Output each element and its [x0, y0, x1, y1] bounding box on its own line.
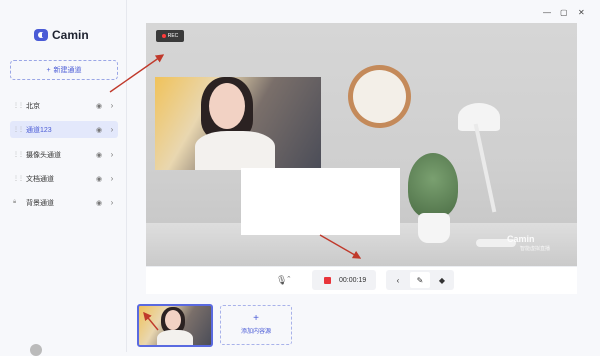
arrow-to-rec: [109, 54, 165, 93]
arrow-to-record-control: [319, 234, 362, 259]
annotation-arrows: [109, 54, 362, 331]
arrow-to-thumbnail: [143, 311, 159, 331]
